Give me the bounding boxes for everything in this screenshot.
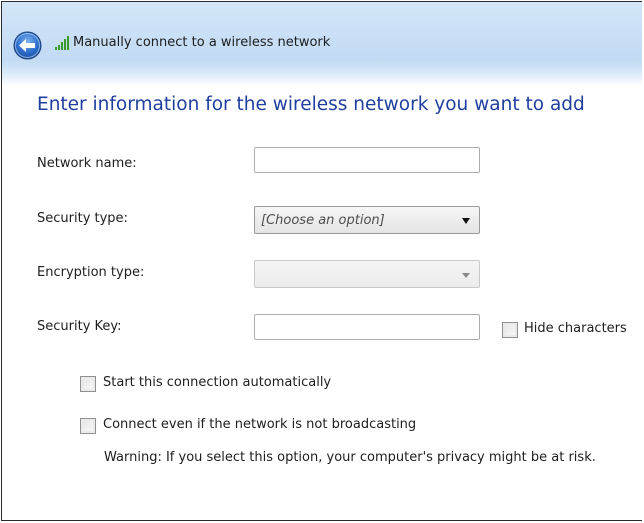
security-type-label: Security type: <box>37 211 128 226</box>
title-bar: Manually connect to a wireless network <box>2 2 642 86</box>
security-type-selected: [Choose an option] <box>261 213 385 228</box>
page-heading: Enter information for the wireless netwo… <box>37 94 585 115</box>
wizard-window: Manually connect to a wireless network E… <box>1 1 642 521</box>
security-key-input[interactable] <box>254 314 480 340</box>
back-arrow-icon[interactable] <box>13 31 42 60</box>
wireless-signal-icon <box>55 36 69 50</box>
dropdown-arrow-icon <box>462 218 470 224</box>
encryption-type-label: Encryption type: <box>37 265 145 280</box>
start-automatically-checkbox[interactable] <box>80 376 96 392</box>
window-title: Manually connect to a wireless network <box>73 35 331 50</box>
dropdown-arrow-icon <box>462 273 470 278</box>
security-type-dropdown[interactable]: [Choose an option] <box>254 206 480 234</box>
privacy-warning-text: Warning: If you select this option, your… <box>104 450 596 465</box>
connect-not-broadcasting-label[interactable]: Connect even if the network is not broad… <box>103 417 416 432</box>
start-automatically-label[interactable]: Start this connection automatically <box>103 375 331 390</box>
connect-not-broadcasting-checkbox[interactable] <box>80 418 96 434</box>
hide-characters-checkbox[interactable] <box>502 322 518 338</box>
network-name-input[interactable] <box>254 147 480 173</box>
network-name-label: Network name: <box>37 156 137 171</box>
hide-characters-label[interactable]: Hide characters <box>524 321 627 336</box>
security-key-label: Security Key: <box>37 319 122 334</box>
encryption-type-dropdown[interactable] <box>254 260 480 288</box>
